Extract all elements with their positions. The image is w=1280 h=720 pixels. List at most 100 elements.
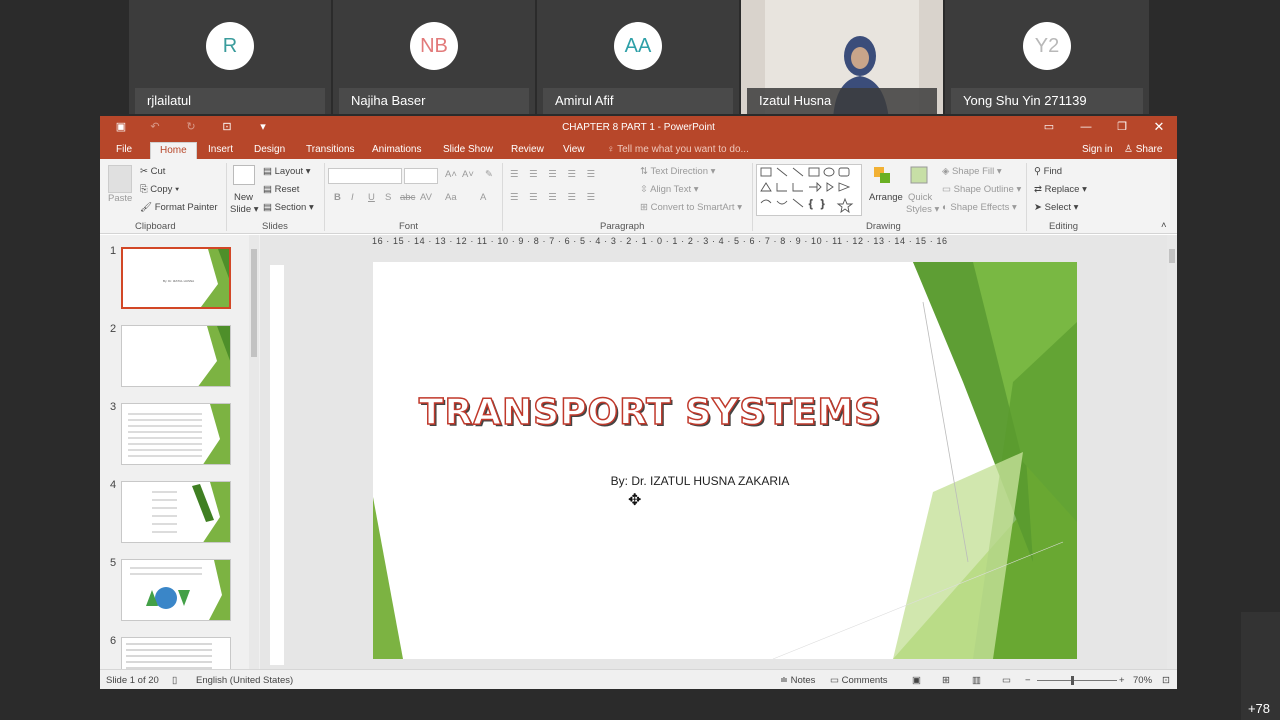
slideshow-icon[interactable]: ▭ bbox=[1002, 675, 1011, 686]
participant-tile[interactable]: AA Amirul Afif bbox=[537, 0, 739, 114]
tab-insert[interactable]: Insert bbox=[208, 142, 233, 159]
slide-subtitle[interactable]: By: Dr. IZATUL HUSNA ZAKARIA bbox=[373, 474, 1027, 488]
align-text-button[interactable]: ⇳ Align Text ▾ bbox=[640, 184, 699, 195]
more-participants-count[interactable]: +78 bbox=[1248, 701, 1270, 716]
font-size-input[interactable] bbox=[404, 168, 438, 184]
scrollbar-thumb[interactable] bbox=[251, 249, 257, 357]
shape-fill-button[interactable]: ◈ Shape Fill ▾ bbox=[942, 166, 1002, 177]
restore-icon[interactable]: ❐ bbox=[1115, 120, 1129, 134]
share-button[interactable]: ♙ Share bbox=[1124, 142, 1162, 159]
replace-button[interactable]: ⇄ Replace ▾ bbox=[1034, 184, 1087, 195]
format-painter-button[interactable]: 🖌 Format Painter bbox=[140, 202, 218, 213]
tab-home[interactable]: Home bbox=[150, 142, 197, 159]
cut-button[interactable]: ✂ Cut bbox=[140, 166, 165, 177]
change-case-button[interactable]: Aa bbox=[445, 192, 457, 203]
zoom-slider-thumb[interactable] bbox=[1071, 676, 1074, 685]
select-button[interactable]: ➤ Select ▾ bbox=[1034, 202, 1078, 213]
slide-title[interactable]: TRANSPORT SYSTEMS bbox=[373, 391, 927, 434]
shapes-gallery[interactable]: {} bbox=[756, 164, 862, 216]
participant-tile[interactable]: Y2 Yong Shu Yin 271139 bbox=[945, 0, 1149, 114]
tab-review[interactable]: Review bbox=[511, 142, 544, 159]
tab-transitions[interactable]: Transitions bbox=[306, 142, 355, 159]
copy-label: Copy bbox=[150, 184, 173, 195]
tell-me-search[interactable]: ♀ Tell me what you want to do... bbox=[607, 142, 749, 159]
slide-thumbnail[interactable] bbox=[121, 325, 231, 387]
normal-view-icon[interactable]: ▣ bbox=[912, 675, 921, 686]
slide-thumbnail-art bbox=[130, 560, 230, 620]
close-icon[interactable]: ✕ bbox=[1152, 120, 1166, 134]
character-spacing-button[interactable]: AV bbox=[420, 192, 432, 203]
bold-button[interactable]: B bbox=[334, 192, 341, 203]
new-slide-button[interactable]: New bbox=[234, 192, 253, 203]
new-slide-button-line2[interactable]: Slide ▾ bbox=[230, 204, 259, 215]
zoom-out-icon[interactable]: − bbox=[1025, 675, 1031, 686]
slide-thumbnail[interactable] bbox=[121, 637, 231, 669]
convert-smartart-label: Convert to SmartArt bbox=[650, 202, 735, 213]
language-indicator[interactable]: English (United States) bbox=[196, 675, 293, 686]
reading-view-icon[interactable]: ▥ bbox=[972, 675, 981, 686]
list-buttons[interactable]: ☰ ☰ ☰ ☰ ☰ bbox=[510, 169, 599, 180]
increase-font-size-icon[interactable]: A˄ bbox=[445, 169, 457, 180]
clipboard-group-label: Clipboard bbox=[135, 221, 176, 232]
person-icon: ♙ bbox=[1124, 144, 1136, 155]
participant-video-tile[interactable]: Izatul Husna bbox=[741, 0, 943, 114]
arrange-button[interactable]: Arrange bbox=[869, 192, 903, 203]
tab-file[interactable]: File bbox=[116, 142, 132, 159]
tab-animations[interactable]: Animations bbox=[372, 142, 421, 159]
participant-name: rjlailatul bbox=[135, 88, 325, 114]
spell-check-icon[interactable]: ▯ bbox=[172, 675, 177, 686]
quick-styles-button-line2[interactable]: Styles ▾ bbox=[906, 204, 939, 215]
slide-sorter-icon[interactable]: ⊞ bbox=[942, 675, 950, 686]
slide-thumbnail[interactable]: By: Dr. IZATUL HUSNA bbox=[121, 247, 231, 309]
text-direction-button[interactable]: ⇅ Text Direction ▾ bbox=[640, 166, 715, 177]
fit-to-window-icon[interactable]: ⊡ bbox=[1162, 675, 1170, 686]
current-slide[interactable]: TRANSPORT SYSTEMS By: Dr. IZATUL HUSNA Z… bbox=[373, 262, 1077, 659]
underline-button[interactable]: U bbox=[368, 192, 375, 203]
arrange-icon[interactable] bbox=[872, 165, 894, 185]
editor-scrollbar[interactable] bbox=[1167, 235, 1177, 669]
tab-slide-show[interactable]: Slide Show bbox=[443, 142, 493, 159]
paste-icon[interactable] bbox=[108, 165, 132, 193]
zoom-in-icon[interactable]: + bbox=[1119, 675, 1125, 686]
participant-tile[interactable]: NB Najiha Baser bbox=[333, 0, 535, 114]
layout-button[interactable]: ▤ Layout ▾ bbox=[263, 166, 311, 177]
participant-tile[interactable]: R rjlailatul bbox=[129, 0, 331, 114]
paste-button[interactable]: Paste bbox=[108, 193, 132, 204]
scrollbar-thumb[interactable] bbox=[1169, 249, 1175, 263]
minimize-icon[interactable]: — bbox=[1079, 120, 1093, 134]
comments-button[interactable]: ▭ Comments bbox=[830, 675, 888, 686]
quick-styles-button[interactable]: Quick bbox=[908, 192, 932, 203]
font-color-button[interactable]: A bbox=[480, 192, 486, 203]
find-button[interactable]: ⚲ Find bbox=[1034, 166, 1062, 177]
new-slide-icon[interactable] bbox=[233, 165, 255, 185]
reset-button[interactable]: ▤ Reset bbox=[263, 184, 299, 195]
quick-styles-icon[interactable] bbox=[909, 165, 929, 185]
tab-design[interactable]: Design bbox=[254, 142, 285, 159]
section-button[interactable]: ▤ Section ▾ bbox=[263, 202, 314, 213]
shape-outline-button[interactable]: ▭ Shape Outline ▾ bbox=[942, 184, 1021, 195]
thumbnails-scrollbar[interactable] bbox=[249, 235, 259, 669]
slide-thumbnail[interactable] bbox=[121, 481, 231, 543]
zoom-level[interactable]: 70% bbox=[1133, 675, 1152, 686]
shape-effects-button[interactable]: ◐ Shape Effects ▾ bbox=[942, 202, 1017, 213]
alignment-buttons[interactable]: ☰ ☰ ☰ ☰ ☰ bbox=[510, 192, 599, 203]
zoom-slider[interactable] bbox=[1037, 676, 1117, 685]
sign-in-link[interactable]: Sign in bbox=[1082, 142, 1113, 159]
italic-button[interactable]: I bbox=[351, 192, 354, 203]
clear-formatting-icon[interactable]: ✎ bbox=[485, 169, 493, 180]
shadow-button[interactable]: S bbox=[385, 192, 391, 203]
text-direction-icon: ⇅ bbox=[640, 166, 651, 177]
collapse-ribbon-icon[interactable]: ˄ bbox=[1161, 220, 1167, 231]
copy-button[interactable]: ⎘ Copy ▾ bbox=[140, 184, 179, 195]
tab-view[interactable]: View bbox=[563, 142, 585, 159]
smartart-icon: ⊞ bbox=[640, 202, 651, 213]
slide-thumbnail[interactable] bbox=[121, 403, 231, 465]
decrease-font-size-icon[interactable]: A˅ bbox=[462, 169, 474, 180]
avatar: R bbox=[206, 22, 254, 70]
font-name-input[interactable] bbox=[328, 168, 402, 184]
convert-smartart-button[interactable]: ⊞ Convert to SmartArt ▾ bbox=[640, 202, 742, 213]
strikethrough-button[interactable]: abc bbox=[400, 192, 415, 203]
slide-thumbnail[interactable] bbox=[121, 559, 231, 621]
ribbon-display-icon[interactable]: ▭ bbox=[1042, 120, 1056, 134]
notes-button[interactable]: ≐ Notes bbox=[780, 675, 815, 686]
